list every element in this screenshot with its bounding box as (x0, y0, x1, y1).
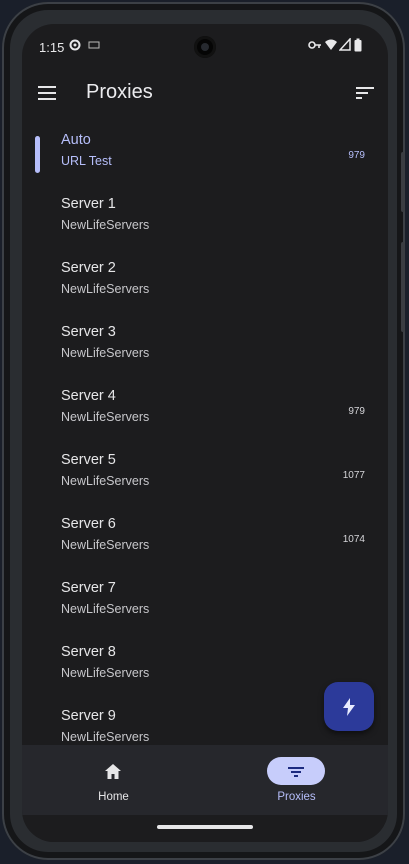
menu-icon[interactable] (36, 82, 58, 104)
proxy-group: NewLifeServers (61, 346, 150, 360)
nav-label-home: Home (98, 791, 129, 803)
proxy-item[interactable]: Server 7 NewLifeServers (22, 574, 388, 638)
proxy-item[interactable]: Server 6 NewLifeServers 1074 (22, 510, 388, 574)
proxy-name: Server 4 (61, 388, 116, 404)
power-button (401, 152, 405, 212)
proxy-item[interactable]: Server 3 NewLifeServers (22, 318, 388, 382)
proxy-latency: 979 (348, 406, 365, 417)
proxy-name: Server 5 (61, 452, 116, 468)
sim-icon (88, 41, 100, 49)
battery-icon (354, 38, 362, 52)
gesture-area (22, 815, 388, 842)
page-title: Proxies (86, 81, 153, 103)
proxy-name: Server 8 (61, 644, 116, 660)
proxy-group: NewLifeServers (61, 218, 150, 232)
status-bar: 1:15 (22, 24, 388, 68)
home-icon (105, 764, 121, 779)
settings-gear-icon (69, 39, 81, 51)
volume-button (401, 242, 405, 332)
proxy-group: NewLifeServers (61, 282, 150, 296)
proxy-list: Auto URL Test 979 Server 1 NewLifeServer… (22, 120, 388, 745)
proxy-group: NewLifeServers (61, 474, 150, 488)
proxy-item[interactable]: Server 5 NewLifeServers 1077 (22, 446, 388, 510)
vpn-key-icon (308, 41, 321, 49)
proxy-item-auto[interactable]: Auto URL Test 979 (22, 126, 388, 190)
proxy-latency: 1077 (342, 470, 365, 481)
filter-list-icon (288, 767, 304, 777)
screen: 1:15 Proxies Auto URL Test 979 Server 1 … (22, 24, 388, 842)
nav-label-proxies: Proxies (277, 791, 316, 803)
sort-icon[interactable] (354, 82, 376, 104)
proxy-group: NewLifeServers (61, 602, 150, 616)
gesture-bar[interactable] (157, 825, 253, 829)
proxy-item[interactable]: Server 4 NewLifeServers 979 (22, 382, 388, 446)
proxy-item[interactable]: Server 2 NewLifeServers (22, 254, 388, 318)
proxy-name: Server 9 (61, 708, 116, 724)
proxy-group: URL Test (61, 154, 112, 168)
proxy-name: Server 1 (61, 196, 116, 212)
proxy-name: Server 7 (61, 580, 116, 596)
proxy-group: NewLifeServers (61, 666, 150, 680)
selected-indicator (35, 136, 40, 173)
proxy-latency: 1074 (342, 534, 365, 545)
proxy-name: Server 3 (61, 324, 116, 340)
proxy-name: Auto (61, 132, 91, 148)
nav-item-home[interactable]: Home (22, 745, 205, 815)
wifi-icon (325, 39, 337, 50)
bottom-navigation: Home Proxies (22, 745, 388, 815)
nav-item-proxies[interactable]: Proxies (205, 745, 388, 815)
proxy-latency: 979 (348, 150, 365, 161)
proxy-item[interactable]: Server 1 NewLifeServers (22, 190, 388, 254)
app-bar: Proxies (22, 68, 388, 120)
proxy-group: NewLifeServers (61, 410, 150, 424)
phone-frame: 1:15 Proxies Auto URL Test 979 Server 1 … (2, 2, 405, 860)
proxy-group: NewLifeServers (61, 730, 150, 744)
status-time: 1:15 (39, 40, 65, 55)
proxy-name: Server 2 (61, 260, 116, 276)
front-camera (194, 36, 216, 58)
proxy-group: NewLifeServers (61, 538, 150, 552)
test-latency-fab[interactable] (324, 682, 374, 731)
proxy-name: Server 6 (61, 516, 116, 532)
lightning-bolt-icon (343, 698, 355, 716)
cell-signal-icon (339, 38, 351, 51)
